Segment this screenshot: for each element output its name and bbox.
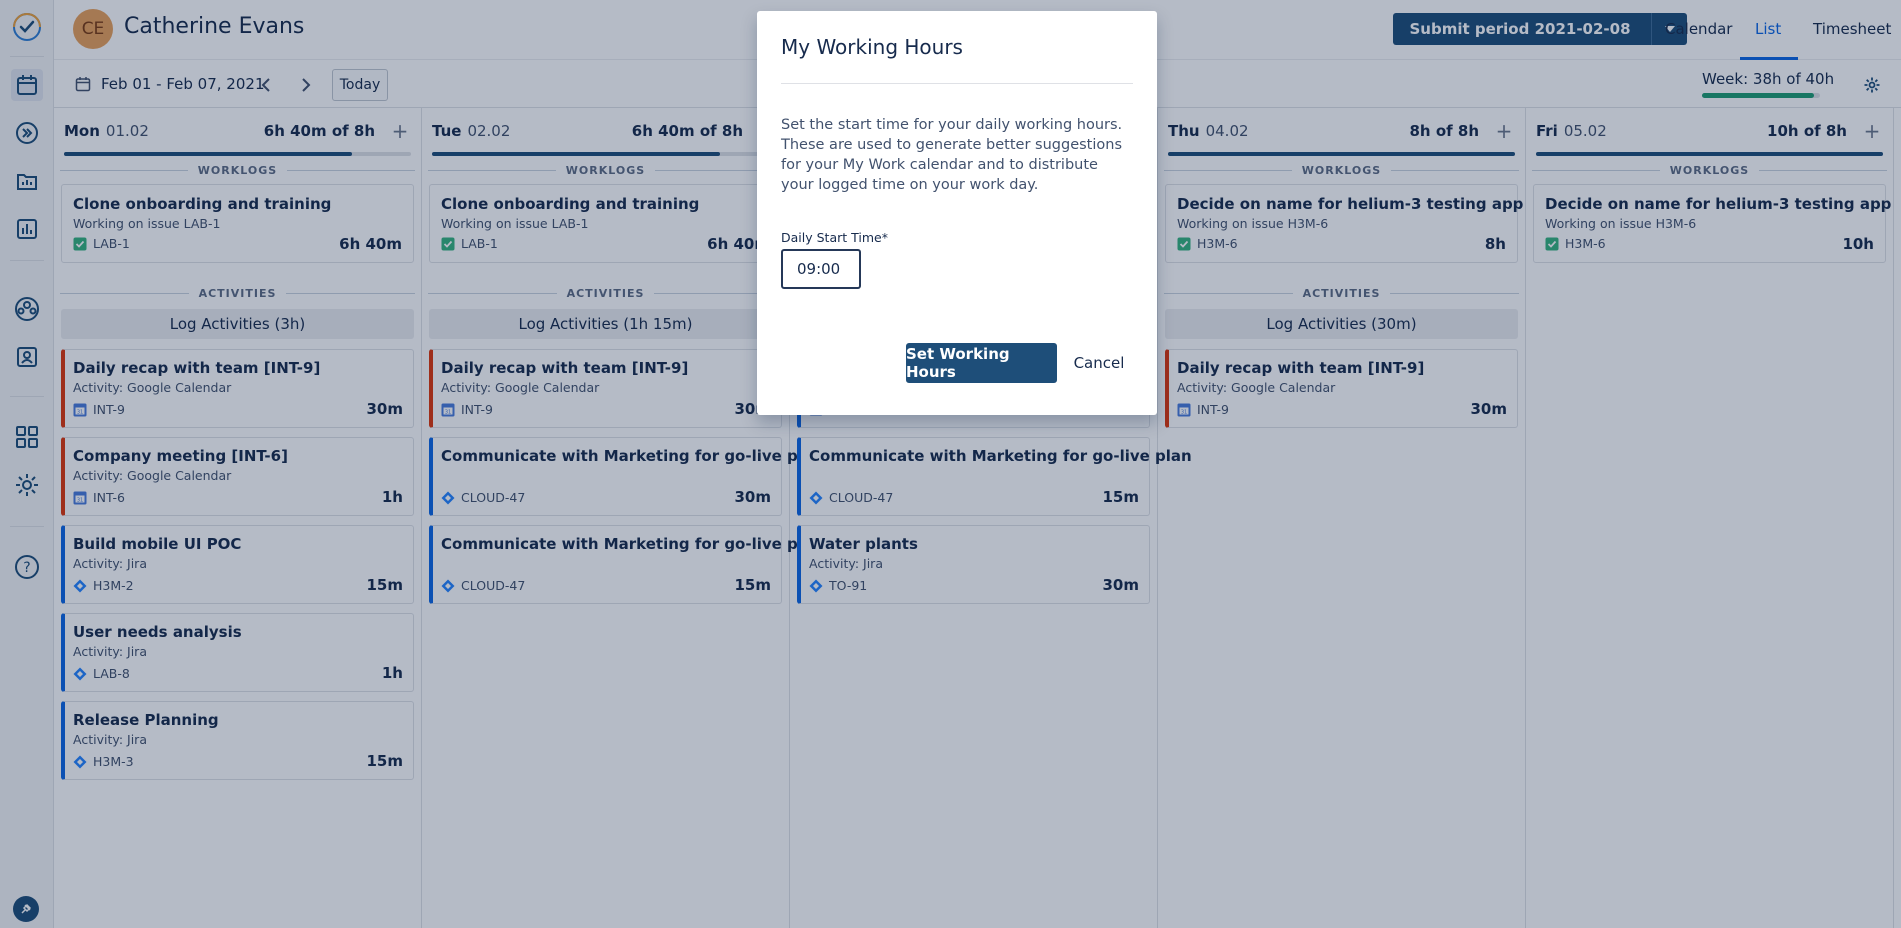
daily-start-time-input[interactable] [781,249,861,289]
cancel-button[interactable]: Cancel [1065,343,1133,383]
modal-title: My Working Hours [781,35,963,59]
modal-divider [781,83,1133,84]
set-working-hours-button[interactable]: Set Working Hours [906,343,1057,383]
modal-description: Set the start time for your daily workin… [781,117,1123,193]
daily-start-time-label: Daily Start Time* [781,230,888,245]
working-hours-modal: My Working Hours Set the start time for … [757,11,1157,415]
